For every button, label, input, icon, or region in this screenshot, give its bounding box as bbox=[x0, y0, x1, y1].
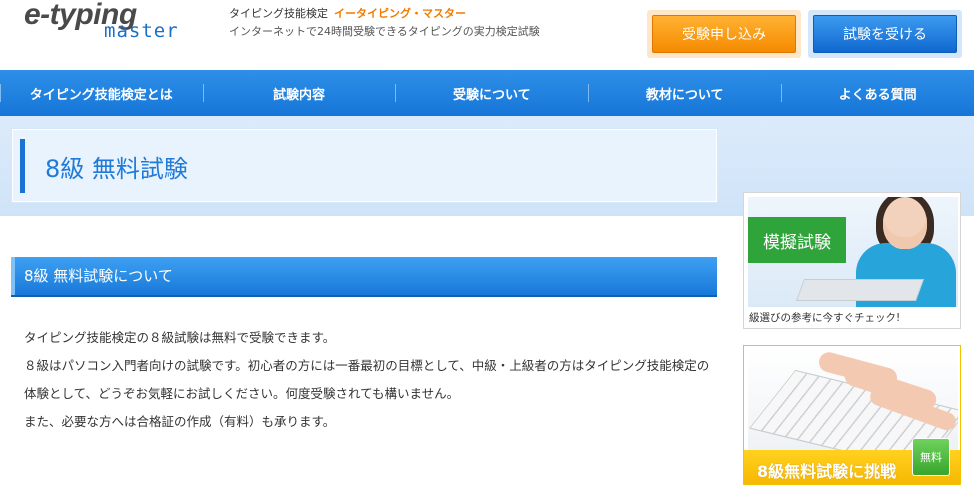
nav-item-taking-exam[interactable]: 受験について bbox=[395, 70, 588, 116]
tagline-subtitle: インターネットで24時間受験できるタイピングの実力検定試験 bbox=[229, 25, 540, 38]
page-title-accent bbox=[20, 139, 25, 193]
free-exam-label: 8級無料試験に挑戦 bbox=[757, 462, 897, 481]
take-exam-button-label: 試験を受ける bbox=[813, 15, 957, 53]
paragraph: ８級はパソコン入門者向けの試験です。初心者の方には一番最初の目標として、中級・上… bbox=[24, 358, 710, 401]
apply-button[interactable]: 受験申し込み bbox=[647, 10, 801, 58]
site-header: e-typing master タイピング技能検定 イータイピング・マスター イン… bbox=[0, 0, 974, 70]
nav-item-materials[interactable]: 教材について bbox=[588, 70, 781, 116]
mock-exam-photo: 模擬試験 bbox=[748, 197, 958, 307]
tagline: タイピング技能検定 イータイピング・マスター bbox=[229, 5, 466, 21]
mock-exam-label: 模擬試験 bbox=[748, 217, 846, 263]
mock-exam-banner[interactable]: 模擬試験 級選びの参考に今すぐチェック! bbox=[743, 192, 961, 329]
apply-button-label: 受験申し込み bbox=[652, 15, 796, 53]
main-nav: タイピング技能検定とは 試験内容 受験について 教材について よくある質問 bbox=[0, 70, 974, 116]
logo-text-bottom: master bbox=[104, 20, 179, 42]
tagline-brand: イータイピング・マスター bbox=[334, 7, 466, 20]
mock-exam-caption: 級選びの参考に今すぐチェック! bbox=[749, 312, 901, 324]
nav-item-about[interactable]: タイピング技能検定とは bbox=[0, 70, 203, 116]
nav-item-faq[interactable]: よくある質問 bbox=[781, 70, 974, 116]
section-title: 8級 無料試験について bbox=[24, 267, 173, 285]
take-exam-button[interactable]: 試験を受ける bbox=[808, 10, 962, 58]
free-exam-banner[interactable]: 8級無料試験に挑戦 無料 bbox=[743, 345, 961, 485]
free-badge[interactable]: 無料 bbox=[912, 438, 950, 476]
site-logo[interactable]: e-typing master bbox=[20, 0, 210, 48]
paragraph: タイピング技能検定の８級試験は無料で受験できます。 bbox=[24, 330, 336, 345]
section-body: タイピング技能検定の８級試験は無料で受験できます。 ８級はパソコン入門者向けの試… bbox=[24, 324, 714, 436]
page-title: 8級 無料試験 bbox=[45, 155, 188, 183]
paragraph: また、必要な方へは合格証の作成（有料）も承ります。 bbox=[24, 414, 336, 429]
nav-item-exam-content[interactable]: 試験内容 bbox=[202, 70, 396, 116]
tagline-label: タイピング技能検定 bbox=[229, 7, 328, 20]
